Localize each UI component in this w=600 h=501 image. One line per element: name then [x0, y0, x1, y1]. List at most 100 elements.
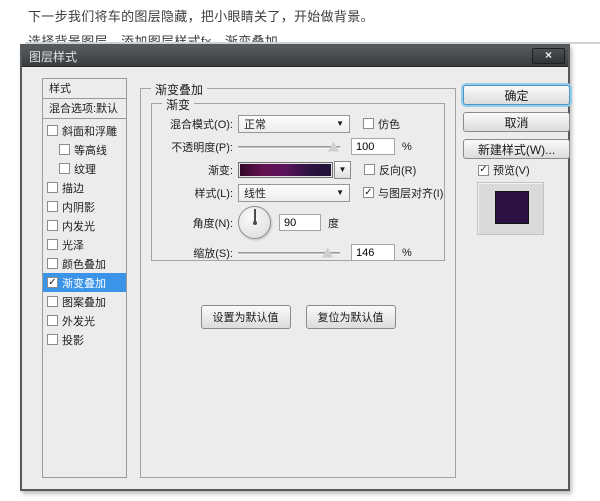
reset-default-button[interactable]: 复位为默认值	[305, 305, 396, 329]
gradient-dropdown-button[interactable]: ▼	[334, 160, 351, 179]
list-item-drop-shadow[interactable]: 投影	[43, 330, 126, 349]
checkbox-inner-glow[interactable]	[47, 220, 58, 231]
list-item-pattern-overlay[interactable]: 图案叠加	[43, 292, 126, 311]
gradient-row: 渐变: ▼ 反向(R)	[152, 158, 444, 181]
style-select[interactable]: 线性 ▼	[238, 183, 350, 202]
list-item-label: 颜色叠加	[62, 258, 106, 271]
checkbox-color-overlay[interactable]	[47, 258, 58, 269]
chevron-down-icon: ▼	[336, 119, 344, 128]
checkbox-inner-shadow[interactable]	[47, 201, 58, 212]
styles-list-rows: 斜面和浮雕 等高线 纹理 描边 内阴影 内发光 光泽 颜色叠加 ✓ 渐变叠加 图…	[43, 119, 126, 349]
align-with-layer-checkbox-box[interactable]: ✓	[363, 187, 374, 198]
list-item-bevel-emboss[interactable]: 斜面和浮雕	[43, 121, 126, 140]
opacity-label: 不透明度(P):	[171, 141, 233, 154]
align-with-layer-checkbox[interactable]: ✓ 与图层对齐(I)	[363, 185, 443, 201]
styles-list-panel: 样式 混合选项:默认 斜面和浮雕 等高线 纹理 描边 内阴影 内发光 光泽 颜色…	[42, 78, 127, 478]
list-item-outer-glow[interactable]: 外发光	[43, 311, 126, 330]
opacity-slider[interactable]	[238, 140, 340, 154]
dither-checkbox[interactable]: 仿色	[363, 116, 400, 132]
reverse-label: 反向(R)	[379, 164, 417, 177]
preview-label: 预览(V)	[493, 165, 530, 177]
opacity-slider-track[interactable]	[238, 145, 340, 149]
list-item-color-overlay[interactable]: 颜色叠加	[43, 254, 126, 273]
gradient-settings-group: 渐变 混合模式(O): 正常 ▼ 仿色 不透明度(P): 100 % 渐变: ▼…	[151, 96, 445, 264]
reverse-checkbox-box[interactable]	[364, 164, 375, 175]
checkbox-bevel-emboss[interactable]	[47, 125, 58, 136]
checkbox-stroke[interactable]	[47, 182, 58, 193]
scale-input[interactable]	[351, 244, 395, 261]
checkbox-satin[interactable]	[47, 239, 58, 250]
scale-unit: %	[402, 246, 412, 259]
angle-dial[interactable]	[238, 206, 271, 239]
blend-mode-value: 正常	[244, 118, 266, 131]
gradient-picker: ▼	[238, 160, 351, 179]
style-label: 样式(L):	[194, 187, 234, 200]
angle-unit: 度	[328, 217, 339, 230]
list-item-label: 斜面和浮雕	[62, 125, 117, 138]
preview-checkbox[interactable]: ✓ 预览(V)	[478, 162, 530, 178]
list-item-label: 纹理	[74, 163, 96, 176]
blend-mode-label: 混合模式(O):	[170, 118, 233, 131]
list-item-gradient-overlay[interactable]: ✓ 渐变叠加	[43, 273, 126, 292]
dialog-titlebar[interactable]: 图层样式 ×	[22, 46, 568, 67]
list-item-inner-glow[interactable]: 内发光	[43, 216, 126, 235]
list-item-label: 内发光	[62, 220, 95, 233]
angle-label: 角度(N):	[192, 217, 233, 230]
dialog-title: 图层样式	[29, 49, 78, 64]
opacity-unit: %	[402, 140, 412, 153]
list-item-label: 外发光	[62, 315, 95, 328]
checkbox-outer-glow[interactable]	[47, 315, 58, 326]
list-item-label: 描边	[62, 182, 84, 195]
scale-slider[interactable]	[238, 246, 340, 260]
angle-row: 角度(N): 度	[152, 204, 444, 241]
gradient-preview-bar[interactable]	[238, 161, 333, 178]
styles-list-header: 样式	[43, 79, 126, 99]
checkbox-texture[interactable]	[59, 163, 70, 174]
preview-swatch-color	[495, 191, 529, 224]
tutorial-text-line1: 下一步我们将车的图层隐藏，把小眼睛关了，开始做背景。	[28, 9, 374, 24]
blend-mode-select[interactable]: 正常 ▼	[238, 114, 350, 133]
list-item-inner-shadow[interactable]: 内阴影	[43, 197, 126, 216]
checkbox-drop-shadow[interactable]	[47, 334, 58, 345]
page: 下一步我们将车的图层隐藏，把小眼睛关了，开始做背景。 选择背景图层，添加图层样式…	[0, 0, 600, 501]
preview-swatch-frame	[477, 182, 544, 235]
list-item-label: 投影	[62, 334, 84, 347]
checkbox-pattern-overlay[interactable]	[47, 296, 58, 307]
layer-style-dialog: 图层样式 × 样式 混合选项:默认 斜面和浮雕 等高线 纹理 描边 内阴影 内发…	[20, 44, 570, 491]
list-item-stroke[interactable]: 描边	[43, 178, 126, 197]
scale-label: 缩放(S):	[193, 247, 233, 260]
chevron-down-icon: ▼	[336, 188, 344, 197]
dither-label: 仿色	[378, 118, 400, 131]
preview-checkbox-box[interactable]: ✓	[478, 164, 489, 176]
opacity-row: 不透明度(P): %	[152, 135, 444, 158]
list-item-contour[interactable]: 等高线	[43, 140, 126, 159]
list-item-label: 内阴影	[62, 201, 95, 214]
cancel-button[interactable]: 取消	[463, 112, 570, 132]
angle-input[interactable]	[279, 214, 321, 231]
default-buttons-row: 设置为默认值 复位为默认值	[141, 305, 455, 329]
dither-checkbox-box[interactable]	[363, 118, 374, 129]
ok-button[interactable]: 确定	[463, 85, 570, 105]
list-item-blending-options[interactable]: 混合选项:默认	[43, 99, 126, 119]
align-with-layer-label: 与图层对齐(I)	[378, 187, 444, 200]
angle-dial-needle	[253, 209, 256, 223]
blend-mode-row: 混合模式(O): 正常 ▼ 仿色	[152, 112, 444, 135]
checkbox-contour[interactable]	[59, 144, 70, 155]
chevron-down-icon: ▼	[338, 165, 347, 174]
gradient-settings-group-title: 渐变	[162, 96, 195, 113]
reverse-checkbox[interactable]: 反向(R)	[364, 162, 416, 178]
opacity-input[interactable]	[351, 138, 395, 155]
close-icon[interactable]: ×	[532, 48, 565, 64]
list-item-label: 图案叠加	[62, 296, 106, 309]
list-item-label: 光泽	[62, 239, 84, 252]
style-value: 线性	[244, 187, 266, 200]
new-style-button[interactable]: 新建样式(W)...	[463, 139, 570, 159]
list-item-satin[interactable]: 光泽	[43, 235, 126, 254]
set-default-button[interactable]: 设置为默认值	[200, 305, 291, 329]
scale-row: 缩放(S): %	[152, 241, 444, 264]
checkbox-gradient-overlay[interactable]: ✓	[47, 277, 58, 288]
style-row: 样式(L): 线性 ▼ ✓ 与图层对齐(I)	[152, 181, 444, 204]
list-item-label: 等高线	[74, 144, 107, 157]
list-item-texture[interactable]: 纹理	[43, 159, 126, 178]
gradient-label: 渐变:	[207, 164, 233, 177]
